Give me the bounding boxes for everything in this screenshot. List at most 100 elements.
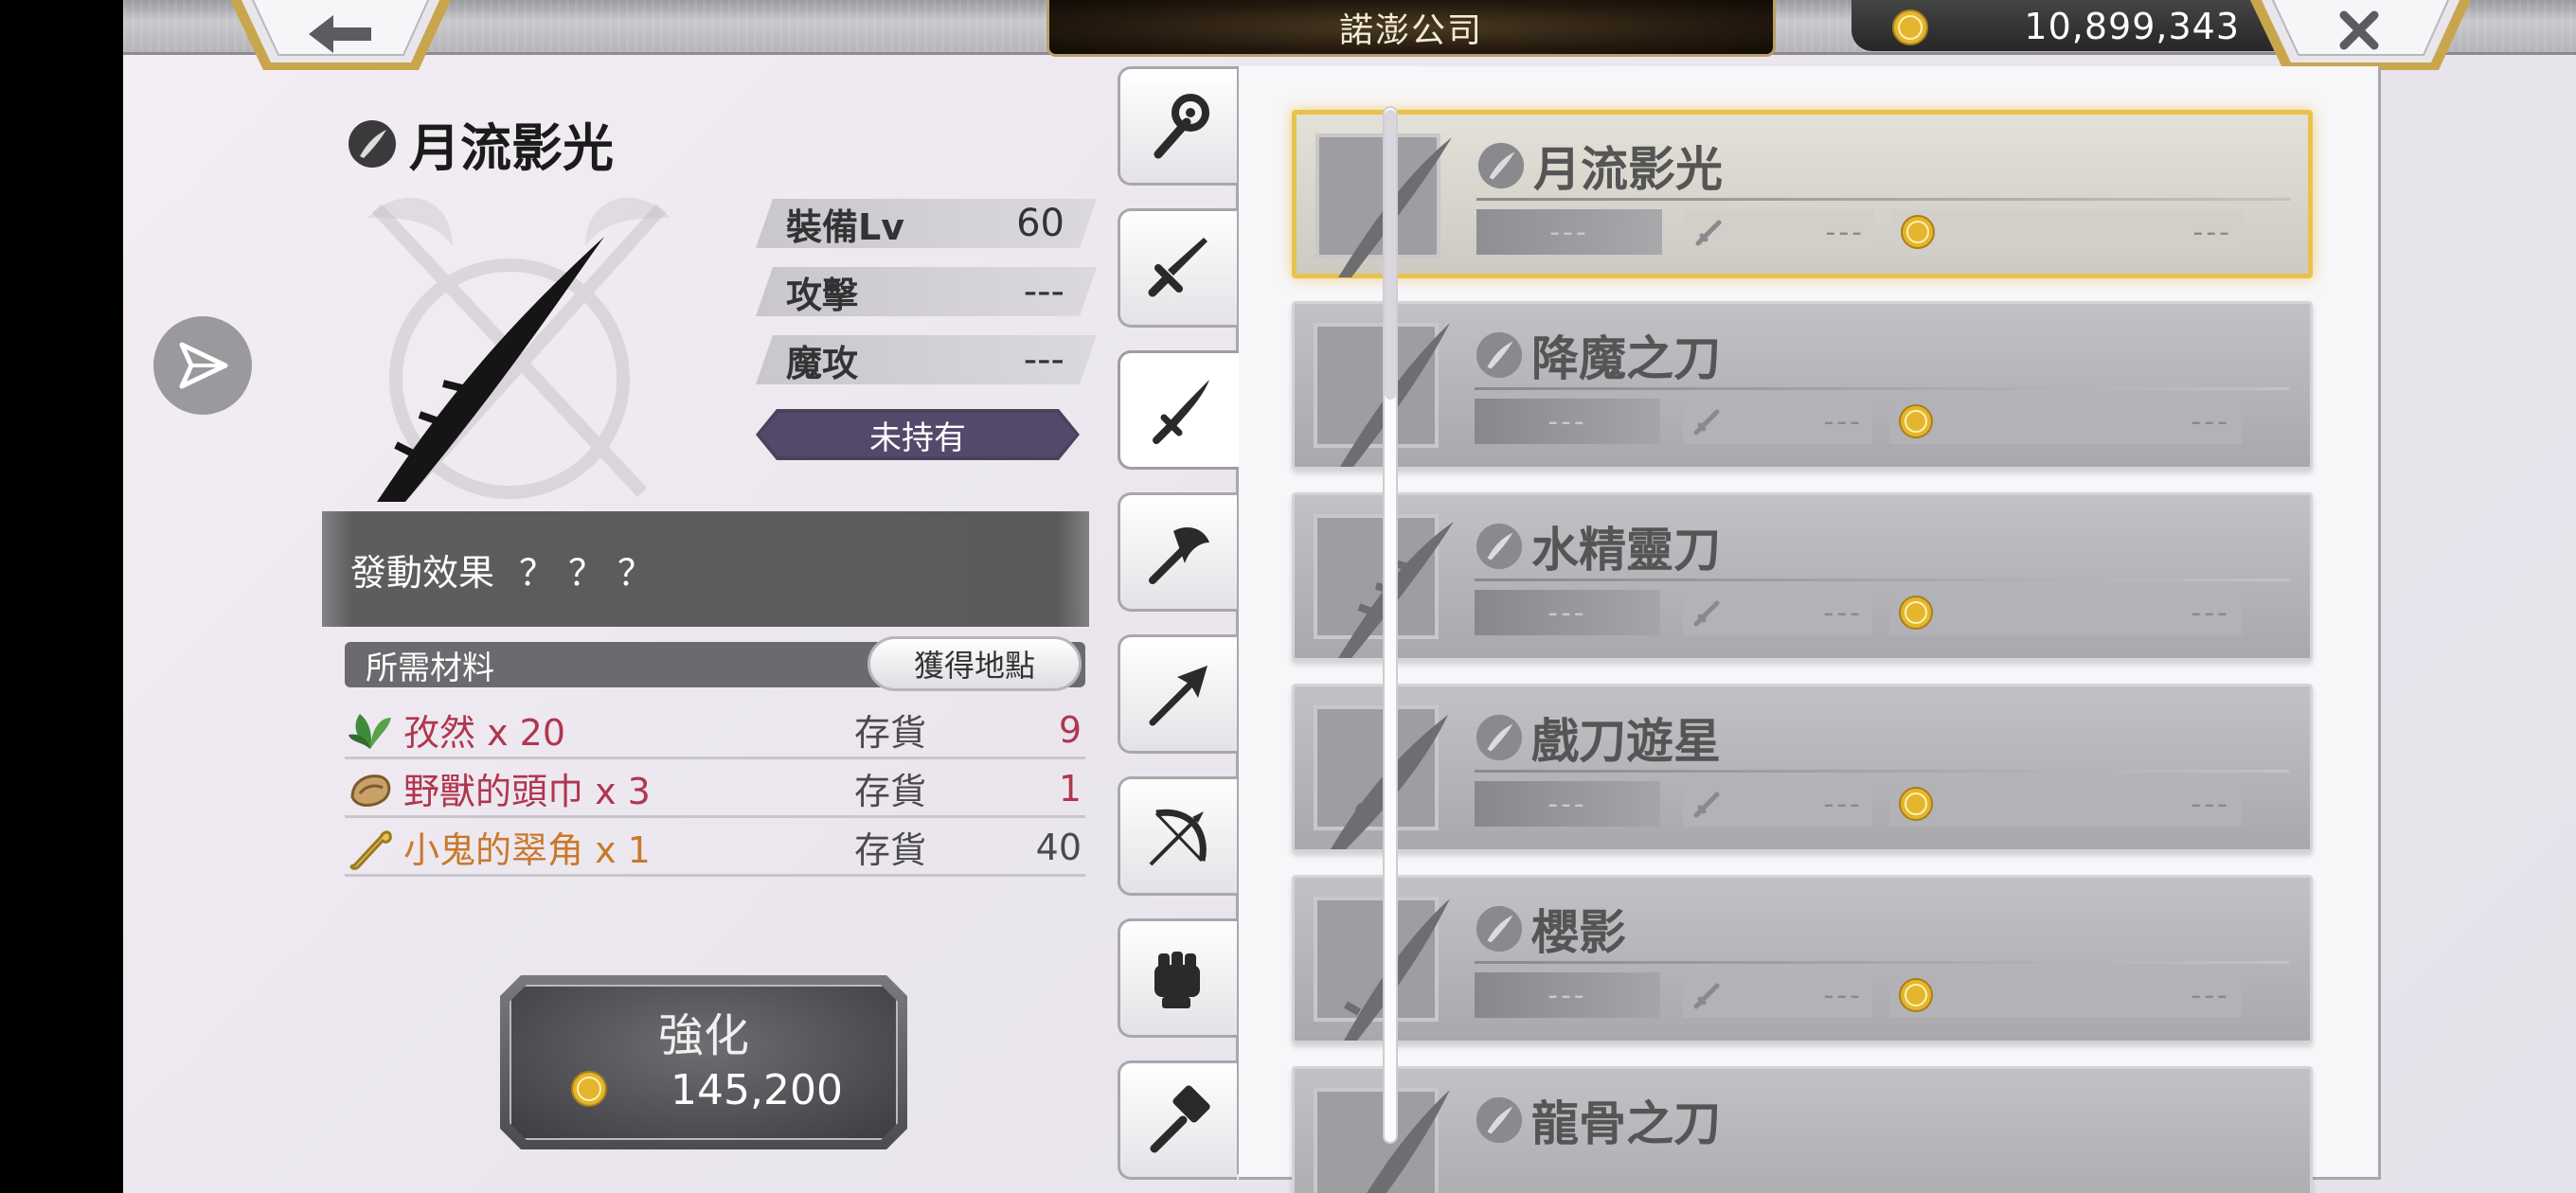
material-row[interactable]: 野獸的頭巾 x 3 存貨 1 [345,761,1085,818]
weapon-card[interactable]: 月流影光 --- --- --- [1292,110,2313,278]
weapon-card[interactable]: 櫻影 --- --- --- [1292,875,2313,1043]
weapon-level: --- [1547,978,1587,1012]
weapon-cost-box: --- [1889,590,2242,635]
weapon-attack: --- [1823,978,1863,1012]
gold-coin-icon [571,1071,607,1107]
stat-row-magic-attack: 魔攻 --- [756,335,1097,384]
katana-type-icon [1476,1096,1523,1144]
sword-stat-icon [1693,409,1720,436]
back-button[interactable] [229,0,452,72]
tab-katana[interactable] [1118,350,1244,470]
tab-sword[interactable] [1118,208,1237,328]
katana-type-icon [1476,714,1523,761]
sword-icon [1148,238,1208,297]
weapon-level-box: --- [1476,209,1662,255]
material-row[interactable]: 孜然 x 20 存貨 9 [345,703,1085,759]
list-scrollbar-thumb[interactable] [1385,110,1396,400]
weapon-name: 月流影光 [1533,141,1723,197]
weapon-cost-box: --- [1889,781,2242,827]
obtain-location-button[interactable]: 獲得地點 [868,636,1082,691]
weapon-attack-box: --- [1683,590,1872,635]
weapon-attack-box: --- [1683,781,1872,827]
weapon-level: --- [1547,404,1587,438]
sword-stat-icon [1695,220,1722,246]
stat-value: --- [1023,270,1064,313]
equipment-name: 月流影光 [409,117,614,178]
ownership-status-badge: 未持有 [756,409,1080,460]
weapon-attack-box: --- [1685,209,1874,255]
weapon-level: --- [1549,215,1589,249]
hammer-icon [1150,1085,1210,1153]
effect-value: ？？？ [519,551,668,594]
axe-icon [1148,527,1209,584]
weapon-attack-box: --- [1683,972,1872,1018]
weapon-cost: --- [2191,404,2230,438]
katana-type-icon [1476,523,1523,570]
paper-plane-icon [179,342,228,389]
equipment-title: 月流影光 [347,106,614,181]
sword-stat-icon [1693,792,1720,818]
stat-row-level: 裝備Lv 60 [756,199,1097,248]
material-row[interactable]: 小鬼的翠角 x 1 存貨 40 [345,820,1085,877]
material-name: 孜然 x 20 [403,712,566,754]
enhance-button[interactable]: 強化 145,200 [500,975,907,1149]
weapon-level-box: --- [1475,399,1660,444]
weapon-cost: --- [2191,596,2230,630]
weapon-card[interactable]: 龍骨之刀 [1292,1066,2313,1193]
weapon-card[interactable]: 戲刀遊星 --- --- --- [1292,684,2313,852]
stat-label: 魔攻 [786,342,859,384]
gold-coin-icon [1899,787,1933,821]
tab-fist[interactable] [1118,918,1237,1038]
gold-coin-icon [1892,9,1928,45]
weapon-cost: --- [2192,215,2232,249]
weapon-attack: --- [1825,215,1865,249]
herb-icon [345,704,396,756]
side-menu-button[interactable] [153,316,252,415]
weapon-illustration [349,189,718,521]
weapon-cost-box: --- [1889,972,2242,1018]
spear-icon [1149,666,1208,726]
weapon-name: 龍骨之刀 [1531,1095,1721,1151]
stat-label: 攻擊 [786,274,859,316]
weapon-level: --- [1547,596,1587,630]
shop-title: 諾澎公司 [1338,10,1483,50]
material-stock-label: 存貨 [854,771,927,812]
material-stock-count: 9 [1058,708,1082,751]
weapon-level-box: --- [1475,972,1660,1018]
material-name: 野獸的頭巾 x 3 [403,771,651,812]
tab-staff[interactable] [1118,66,1237,186]
materials-header-label: 所需材料 [366,649,494,687]
gold-coin-icon [1901,215,1935,249]
weapon-attack: --- [1823,404,1863,438]
stat-label: 裝備Lv [786,205,904,248]
staff-icon [1154,94,1209,159]
tab-hammer[interactable] [1118,1060,1237,1180]
material-stock-count: 1 [1058,767,1082,810]
katana-type-icon [1476,331,1523,379]
bone-icon [345,822,396,873]
weapon-name: 降魔之刀 [1531,330,1721,386]
material-stock-count: 40 [1035,826,1082,868]
material-stock-label: 存貨 [854,829,927,871]
weapon-cost: --- [2191,978,2230,1012]
weapon-level-box: --- [1475,781,1660,827]
weapon-cost-box: --- [1889,399,2242,444]
weapon-name: 櫻影 [1531,904,1626,960]
weapon-attack: --- [1823,787,1863,821]
katana-type-icon [1477,142,1525,189]
weapon-card[interactable]: 降魔之刀 --- --- --- [1292,301,2313,470]
weapon-attack-box: --- [1683,399,1872,444]
material-name: 小鬼的翠角 x 1 [403,829,651,871]
stat-value: --- [1023,338,1064,382]
material-stock-label: 存貨 [854,712,927,754]
tab-spear[interactable] [1118,634,1237,754]
close-button[interactable] [2249,0,2472,72]
weapon-card[interactable]: 水精靈刀 --- --- --- [1292,492,2313,661]
tab-axe[interactable] [1118,492,1237,612]
gold-display: 10,899,343 [1852,0,2297,51]
fist-icon [1154,952,1200,1008]
stat-row-attack: 攻擊 --- [756,267,1097,316]
tab-bow[interactable] [1118,776,1237,896]
sword-stat-icon [1693,983,1720,1009]
activation-effect-bar: 發動效果 ？？？ [322,511,1089,627]
